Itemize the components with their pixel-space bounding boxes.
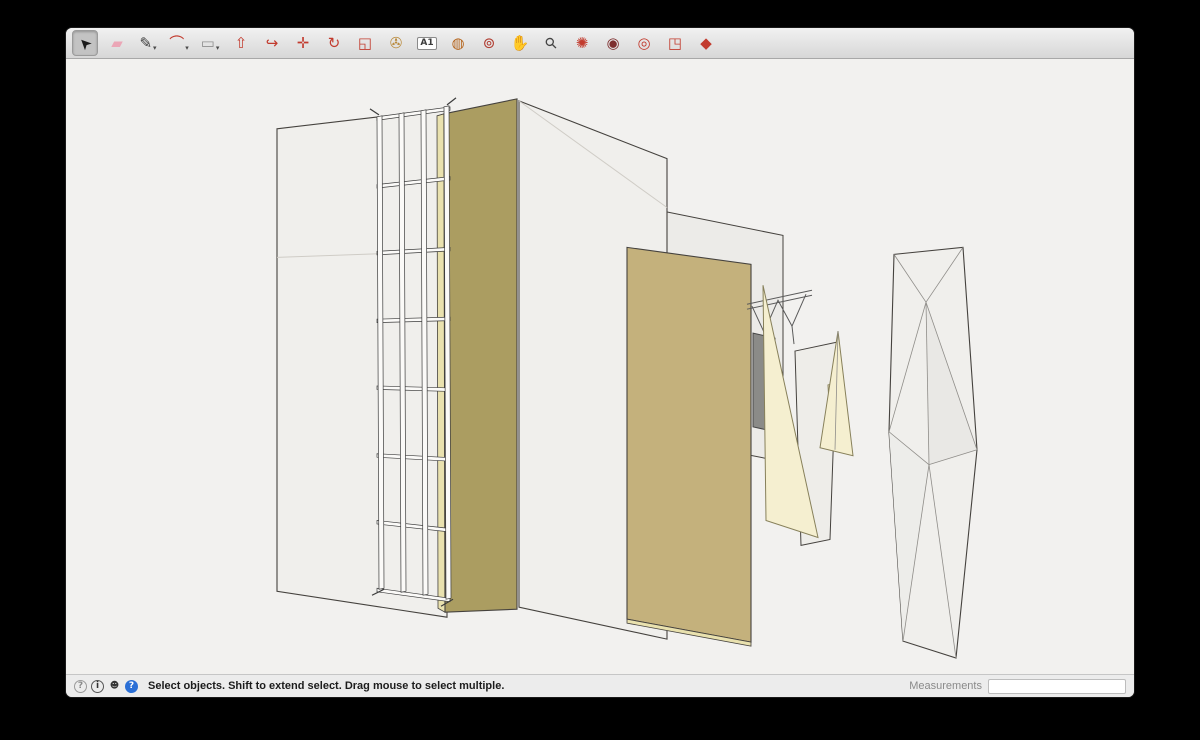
line-tool-icon: ✎: [139, 36, 152, 51]
offset-tool[interactable]: ↪: [260, 31, 284, 55]
info-icon[interactable]: i: [91, 680, 104, 693]
rotate-tool-icon: ↻: [328, 36, 341, 51]
statusbar-icons: ? i ☻?: [74, 680, 138, 693]
zoom-tool[interactable]: ⚲: [539, 31, 563, 55]
move-tool[interactable]: ✛: [291, 31, 315, 55]
select-tool-icon: ➤: [75, 33, 95, 53]
offset-tool-icon: ↪: [266, 36, 279, 51]
toolbar: ➤▰✎▾⌒▾▭▾⇧↪✛↻◱✇A1◍⊚✋⚲✺◉◎◳◆: [66, 28, 1134, 59]
send-to-layout-button-icon: ◳: [668, 36, 682, 51]
zoom-extents-tool-icon: ✺: [576, 36, 589, 51]
tan-panel-2[interactable]: [627, 247, 751, 646]
pan-tool[interactable]: ✋: [508, 31, 532, 55]
model-canvas[interactable]: [66, 59, 1134, 674]
statusbar: ? i ☻? Select objects. Shift to extend sel…: [66, 674, 1134, 697]
line-tool-dropdown[interactable]: ▾: [153, 44, 157, 55]
text-tool-icon: A1: [417, 37, 436, 50]
position-camera-tool[interactable]: ◉: [601, 31, 625, 55]
rotate-tool[interactable]: ↻: [322, 31, 346, 55]
line-tool[interactable]: ✎▾: [136, 31, 160, 55]
measurements-input[interactable]: [988, 679, 1126, 694]
tape-measure-tool[interactable]: ✇: [384, 31, 408, 55]
support-icon[interactable]: ?: [125, 680, 138, 693]
orbit-tool-icon: ⊚: [483, 36, 496, 51]
paint-bucket-tool-icon: ◍: [451, 36, 464, 51]
measurements-label: Measurements: [909, 680, 982, 692]
sketchup-window: ➤▰✎▾⌒▾▭▾⇧↪✛↻◱✇A1◍⊚✋⚲✺◉◎◳◆: [66, 28, 1134, 697]
faceted-panel[interactable]: [889, 247, 977, 658]
status-text: Select objects. Shift to extend select. …: [148, 680, 909, 692]
extension-warehouse-button-icon: ◆: [700, 36, 712, 51]
pushpull-tool[interactable]: ⇧: [229, 31, 253, 55]
select-tool[interactable]: ➤: [72, 30, 98, 56]
paint-bucket-tool[interactable]: ◍: [446, 31, 470, 55]
model-viewport[interactable]: [66, 59, 1134, 674]
help-icon[interactable]: ?: [74, 680, 87, 693]
shapes-tool[interactable]: ▭▾: [198, 31, 222, 55]
zoom-extents-tool[interactable]: ✺: [570, 31, 594, 55]
eraser-tool-icon: ▰: [111, 36, 123, 51]
move-tool-icon: ✛: [297, 36, 310, 51]
arc-tool[interactable]: ⌒▾: [167, 31, 191, 55]
look-around-tool-icon: ◎: [637, 36, 650, 51]
orbit-tool[interactable]: ⊚: [477, 31, 501, 55]
eraser-tool[interactable]: ▰: [105, 31, 129, 55]
look-around-tool[interactable]: ◎: [632, 31, 656, 55]
extension-warehouse-button[interactable]: ◆: [694, 31, 718, 55]
tape-measure-tool-icon: ✇: [390, 36, 403, 51]
scale-tool-icon: ◱: [358, 36, 372, 51]
pushpull-tool-icon: ⇧: [235, 36, 248, 51]
shapes-tool-dropdown[interactable]: ▾: [216, 44, 220, 55]
send-to-layout-button[interactable]: ◳: [663, 31, 687, 55]
scale-tool[interactable]: ◱: [353, 31, 377, 55]
arc-tool-icon: ⌒: [169, 36, 184, 51]
pan-tool-icon: ✋: [511, 36, 530, 51]
measurements-area: Measurements: [909, 679, 1126, 694]
position-camera-tool-icon: ◉: [606, 36, 619, 51]
desktop: { "toolbar": { "dropdown_glyph": "▾", "t…: [0, 0, 1200, 740]
zoom-tool-icon: ⚲: [542, 34, 560, 52]
shapes-tool-icon: ▭: [201, 36, 215, 51]
text-tool[interactable]: A1: [415, 31, 439, 55]
arc-tool-dropdown[interactable]: ▾: [185, 44, 189, 55]
user-icon[interactable]: ☻: [108, 680, 121, 693]
